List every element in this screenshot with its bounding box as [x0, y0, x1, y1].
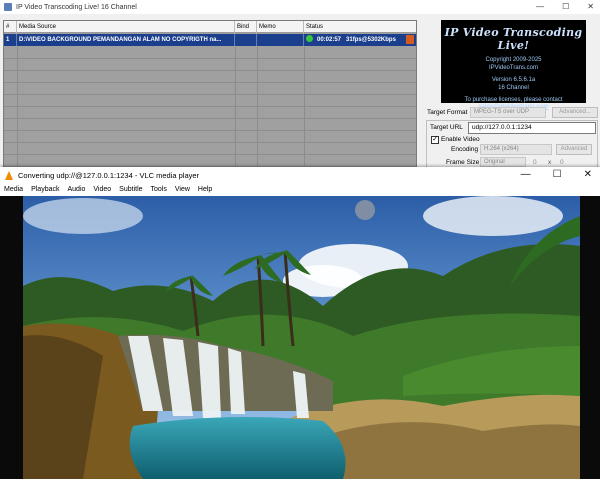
logo-title: IP Video Transcoding Live! — [444, 26, 583, 52]
menu-subtitle[interactable]: Subtitle — [115, 184, 146, 196]
vlc-menubar: Media Playback Audio Video Subtitle Tool… — [0, 184, 600, 196]
menu-view[interactable]: View — [171, 184, 194, 196]
target-url-input[interactable]: udp://127.0.0.1:1234 — [468, 122, 596, 134]
minimize-icon[interactable]: — — [536, 2, 544, 11]
stop-icon[interactable] — [406, 35, 414, 44]
table-row[interactable]: 1 D:\VIDEO BACKGROUND PEMANDANGAN ALAM N… — [4, 34, 416, 46]
channel-grid[interactable]: # Media Source Bind Memo Status 1 D:\VID… — [3, 20, 417, 168]
col-header-num[interactable]: # — [4, 21, 17, 33]
vlc-title: Converting udp://@127.0.0.1:1234 - VLC m… — [18, 171, 200, 180]
menu-tools[interactable]: Tools — [147, 184, 171, 196]
maximize-icon[interactable]: ☐ — [562, 2, 569, 11]
encoding-advanced-button[interactable]: Advanced — [556, 144, 592, 155]
col-header-status[interactable]: Status — [304, 21, 416, 33]
target-url-label: Target URL — [430, 124, 463, 131]
enable-video-label: Enable Video — [441, 136, 480, 143]
row-num: 1 — [4, 34, 17, 46]
frame-size-label: Frame Size — [446, 159, 480, 166]
frame-size-x: x — [548, 159, 552, 166]
running-status-icon — [306, 35, 313, 42]
menu-video[interactable]: Video — [89, 184, 115, 196]
transcoder-window: IP Video Transcoding Live! 16 Channel — … — [0, 0, 600, 168]
video-display[interactable] — [0, 196, 600, 479]
maximize-icon[interactable]: ☐ — [553, 169, 562, 180]
row-bind — [235, 34, 257, 46]
frame-size-select[interactable]: Original — [480, 157, 526, 167]
logo-edition: 16 Channel — [498, 85, 529, 91]
col-header-source[interactable]: Media Source — [17, 21, 235, 33]
vlc-window: Converting udp://@127.0.0.1:1234 - VLC m… — [0, 167, 600, 479]
grid-divider — [257, 47, 258, 167]
menu-media[interactable]: Media — [0, 184, 27, 196]
vlc-window-controls: — ☐ ✕ — [521, 169, 592, 180]
target-format-select[interactable]: MPEG-TS over UDP — [470, 107, 546, 118]
transcoder-window-controls: — ☐ ✕ — [536, 2, 594, 11]
logo-purchase: To purchase licenses, please contact — [464, 97, 563, 103]
frame-width-value[interactable]: 0 — [533, 159, 537, 166]
col-header-memo[interactable]: Memo — [257, 21, 304, 33]
target-format-label: Target Format — [427, 109, 468, 116]
row-memo — [257, 34, 304, 46]
logo-copyright: Copyright 2009-2025 — [485, 57, 542, 63]
col-header-bind[interactable]: Bind — [235, 21, 257, 33]
format-advanced-button[interactable]: Advanced... — [552, 107, 598, 118]
row-status: 00:02:57 31fps@5302Kbps — [304, 34, 416, 46]
enable-video-checkbox[interactable]: ✓ — [431, 136, 439, 144]
frame-height-value[interactable]: 0 — [560, 159, 564, 166]
close-icon[interactable]: ✕ — [584, 169, 592, 180]
encoding-label: Encoding — [451, 146, 479, 153]
close-icon[interactable]: ✕ — [587, 2, 594, 11]
video-frame-waterfall-landscape — [23, 196, 580, 479]
transcoder-title: IP Video Transcoding Live! 16 Channel — [16, 3, 137, 11]
product-logo-panel: IP Video Transcoding Live! Copyright 200… — [441, 20, 586, 110]
vlc-cone-icon — [5, 171, 13, 180]
empty-rows — [4, 47, 416, 167]
app-icon — [4, 3, 12, 11]
menu-help[interactable]: Help — [194, 184, 216, 196]
grid-divider — [17, 47, 18, 167]
logo-site: IPVideoTrans.com — [488, 65, 539, 71]
row-source: D:\VIDEO BACKGROUND PEMANDANGAN ALAM NO … — [17, 34, 235, 46]
grid-divider — [235, 47, 236, 167]
vlc-titlebar: Converting udp://@127.0.0.1:1234 - VLC m… — [0, 167, 600, 184]
transcoder-titlebar: IP Video Transcoding Live! 16 Channel — … — [0, 0, 600, 14]
grid-divider — [304, 47, 305, 167]
menu-playback[interactable]: Playback — [27, 184, 63, 196]
row-status-rate: 31fps@5302Kbps — [346, 37, 396, 43]
minimize-icon[interactable]: — — [521, 169, 531, 180]
grid-header: # Media Source Bind Memo Status — [4, 21, 416, 33]
menu-audio[interactable]: Audio — [63, 184, 89, 196]
encoding-select[interactable]: H.264 (x264) — [480, 144, 552, 155]
row-status-time: 00:02:57 — [317, 37, 342, 43]
logo-version: Version 6.5.6.1a — [491, 77, 536, 83]
